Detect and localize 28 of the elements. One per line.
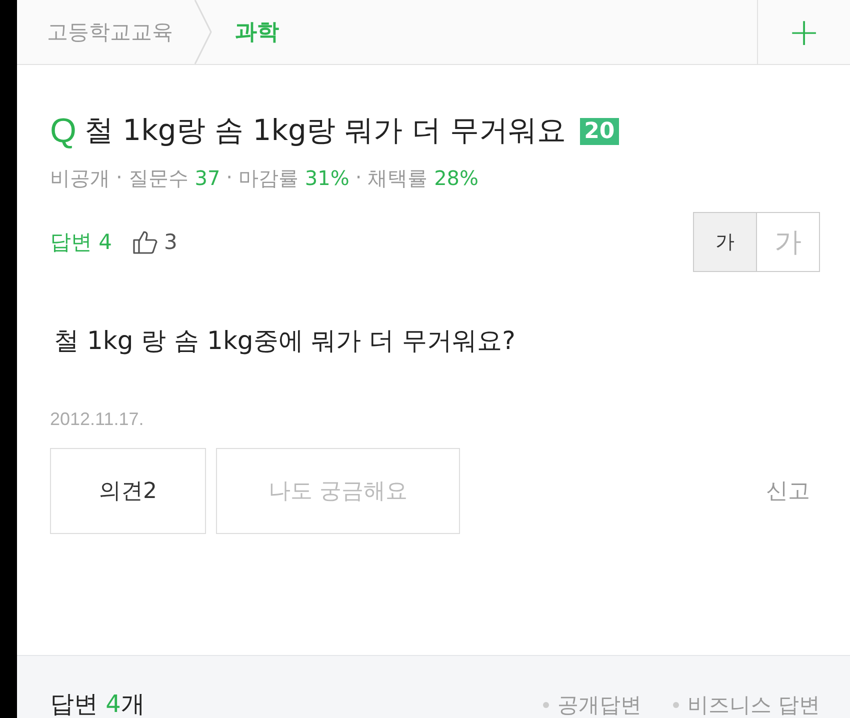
bullet-icon [673, 702, 680, 708]
post-date: 2012.11.17. [50, 409, 145, 430]
separator: · [116, 165, 122, 191]
like-count: 3 [164, 230, 178, 254]
action-button[interactable]: 나도 궁금해요 [216, 448, 460, 534]
meta-item: 마감률 31% [238, 165, 350, 192]
action-button[interactable]: 의견2 [50, 448, 206, 534]
breadcrumb-link[interactable]: 고등학교교육 [17, 18, 193, 46]
meta-item: 채택률 28% [368, 165, 479, 192]
answer-count[interactable]: 답변 4 [50, 228, 112, 256]
add-button[interactable]: + [757, 0, 850, 64]
font-size-button[interactable]: 가 [756, 213, 819, 271]
meta-item: 질문수 37 [128, 165, 220, 192]
category-title: 과학 [234, 19, 280, 47]
font-size-button[interactable]: 가 [694, 213, 756, 271]
bullet-icon [543, 702, 550, 708]
answers-heading: 답변 4개 [50, 690, 146, 718]
filter-link[interactable]: 공개답변 [557, 692, 642, 718]
question-title: 철 1kg랑 솜 1kg랑 뭐가 더 무거워요 [84, 112, 566, 149]
separator: · [355, 165, 362, 191]
thumbs-up-icon[interactable] [132, 229, 158, 255]
question-body: 철 1kg 랑 솜 1kg중에 뭐가 더 무거워요? [54, 325, 516, 357]
filter-link[interactable]: 비즈니스 답변 [687, 692, 820, 718]
meta-item: 비공개 [50, 165, 110, 192]
separator: · [226, 165, 233, 191]
points-badge: 20 [580, 118, 619, 144]
report-link[interactable]: 신고 [766, 476, 820, 506]
question-mark-icon: Q [50, 112, 76, 150]
